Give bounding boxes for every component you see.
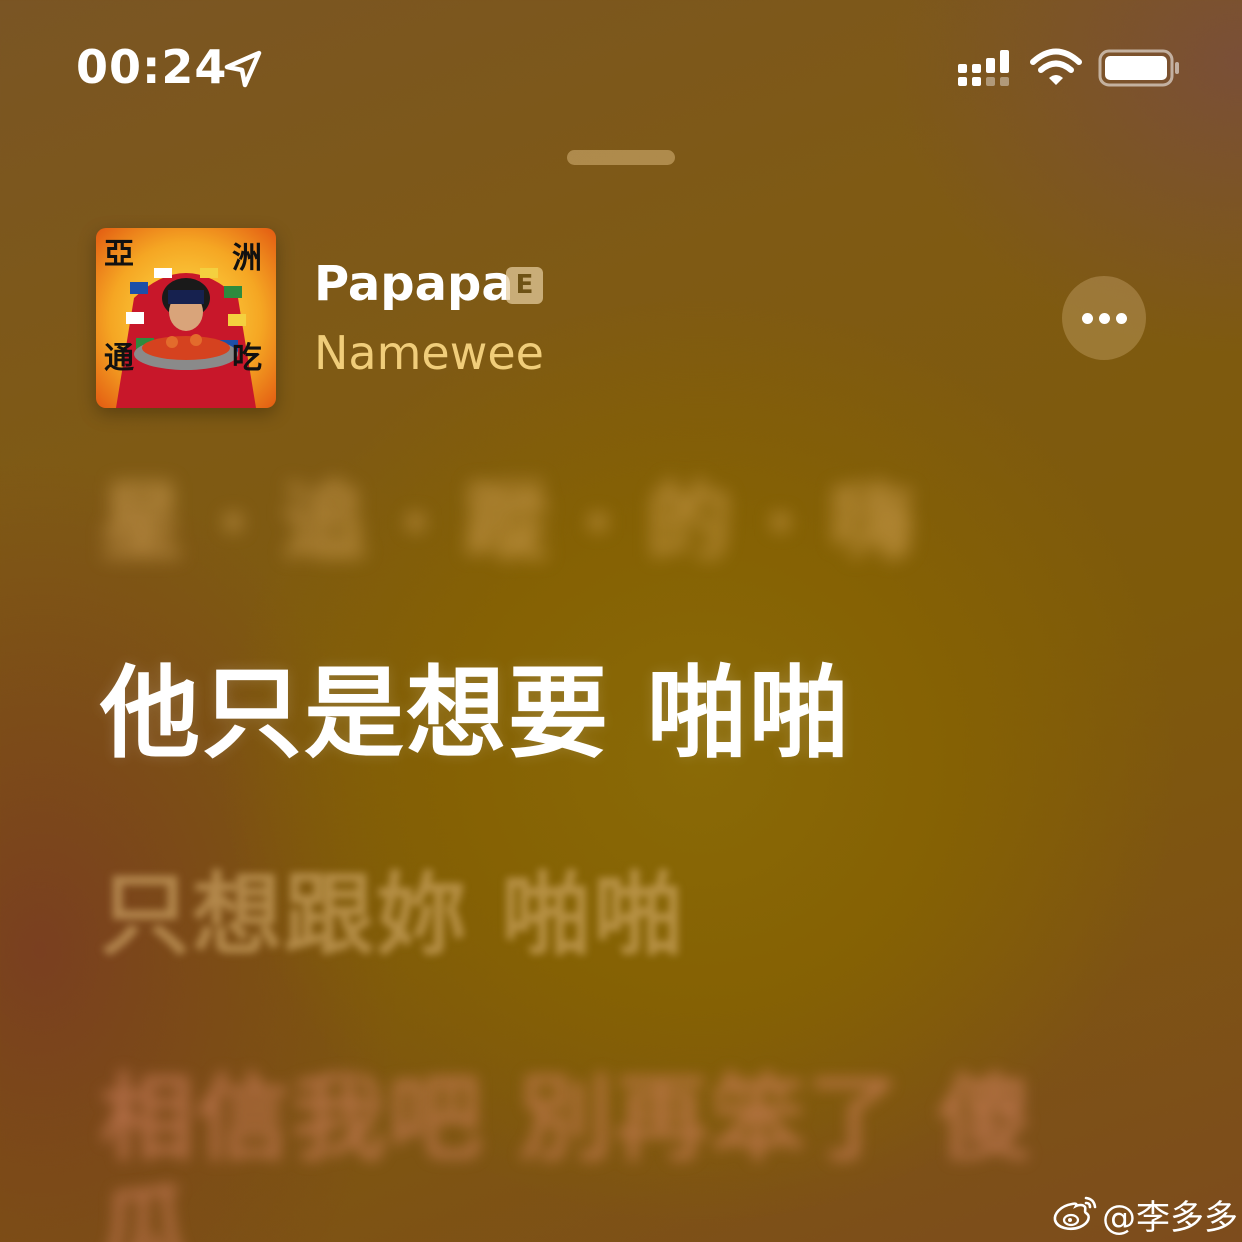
battery-icon	[1098, 49, 1179, 87]
sheet-grabber-handle[interactable]	[567, 150, 675, 165]
album-art[interactable]: 亞 洲 通 吃	[96, 228, 276, 408]
svg-text:亞: 亞	[104, 237, 134, 272]
ellipsis-icon	[1099, 313, 1110, 324]
more-options-button[interactable]	[1062, 276, 1146, 360]
cellular-signal-icon	[958, 50, 1009, 86]
clock: 00:24	[76, 40, 228, 94]
svg-text:吃: 吃	[232, 341, 262, 376]
weibo-icon	[1053, 1196, 1097, 1231]
ellipsis-icon	[1116, 313, 1127, 324]
song-title[interactable]: Papapa	[314, 256, 514, 312]
svg-text:洲: 洲	[232, 241, 262, 276]
status-bar: 00:24	[0, 0, 1242, 130]
lyric-line-upcoming[interactable]: 瓜	[100, 1155, 192, 1242]
explicit-badge: E	[506, 267, 543, 304]
watermark-text: @李多多	[1102, 1198, 1238, 1238]
lyric-line-previous[interactable]: 星 · 追 · 蹤 · 的 · 嗨	[100, 455, 916, 576]
watermark: @李多多	[1052, 1188, 1242, 1238]
ellipsis-icon	[1082, 313, 1093, 324]
wifi-icon	[1030, 48, 1082, 85]
svg-text:通: 通	[104, 341, 134, 376]
lyric-line-current[interactable]: 他只是想要 啪啪	[100, 632, 851, 777]
lyric-line-upcoming[interactable]: 相信我吧 別再笨了 傻	[100, 1043, 1033, 1179]
artist-name[interactable]: Namewee	[314, 326, 544, 380]
lyric-line-next[interactable]: 只想跟妳 啪啪	[100, 842, 685, 972]
location-arrow-icon	[224, 50, 262, 88]
